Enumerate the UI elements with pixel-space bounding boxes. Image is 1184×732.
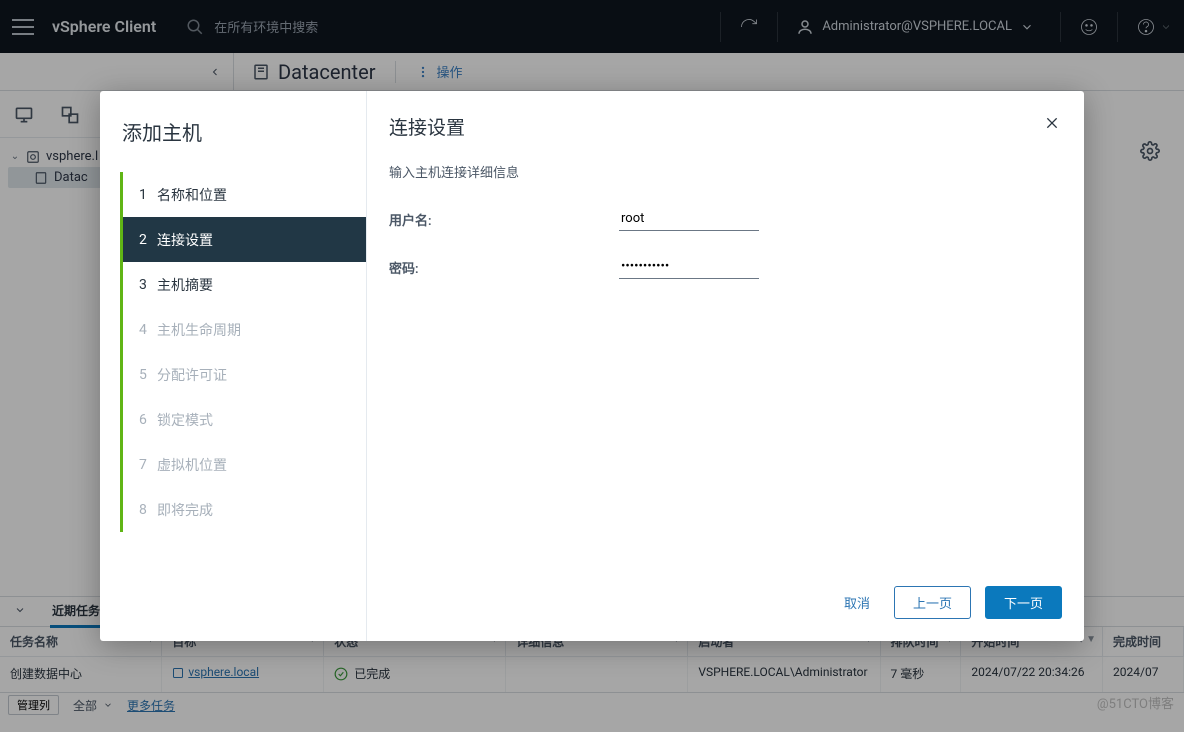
username-input[interactable] [619, 207, 759, 231]
wizard-nav: 添加主机 1名称和位置2连接设置3主机摘要4主机生命周期5分配许可证6锁定模式7… [100, 91, 366, 641]
wizard-step-6: 6锁定模式 [123, 397, 366, 442]
username-row: 用户名: [389, 207, 1062, 231]
panel-title: 连接设置 [389, 113, 465, 140]
next-button[interactable]: 下一页 [985, 586, 1062, 619]
cancel-button[interactable]: 取消 [834, 587, 880, 618]
wizard-step-8: 8即将完成 [123, 487, 366, 532]
close-icon [1044, 115, 1060, 131]
wizard-step-2[interactable]: 2连接设置 [123, 217, 366, 262]
wizard-step-5: 5分配许可证 [123, 352, 366, 397]
wizard-step-4: 4主机生命周期 [123, 307, 366, 352]
back-button[interactable]: 上一页 [894, 586, 971, 619]
modal-overlay: 添加主机 1名称和位置2连接设置3主机摘要4主机生命周期5分配许可证6锁定模式7… [0, 0, 1184, 732]
wizard-body: 连接设置 输入主机连接详细信息 用户名: 密码: 取消 上一页 下一页 [366, 91, 1084, 641]
password-input[interactable] [619, 255, 759, 279]
username-label: 用户名: [389, 210, 619, 229]
wizard-footer: 取消 上一页 下一页 [367, 570, 1084, 641]
wizard-step-7: 7虚拟机位置 [123, 442, 366, 487]
add-host-dialog: 添加主机 1名称和位置2连接设置3主机摘要4主机生命周期5分配许可证6锁定模式7… [100, 91, 1084, 641]
password-row: 密码: [389, 255, 1062, 279]
panel-subtitle: 输入主机连接详细信息 [389, 162, 1084, 181]
close-button[interactable] [1042, 113, 1062, 137]
wizard-step-3[interactable]: 3主机摘要 [123, 262, 366, 307]
password-label: 密码: [389, 258, 619, 277]
wizard-step-1[interactable]: 1名称和位置 [123, 172, 366, 217]
wizard-title: 添加主机 [120, 117, 366, 146]
